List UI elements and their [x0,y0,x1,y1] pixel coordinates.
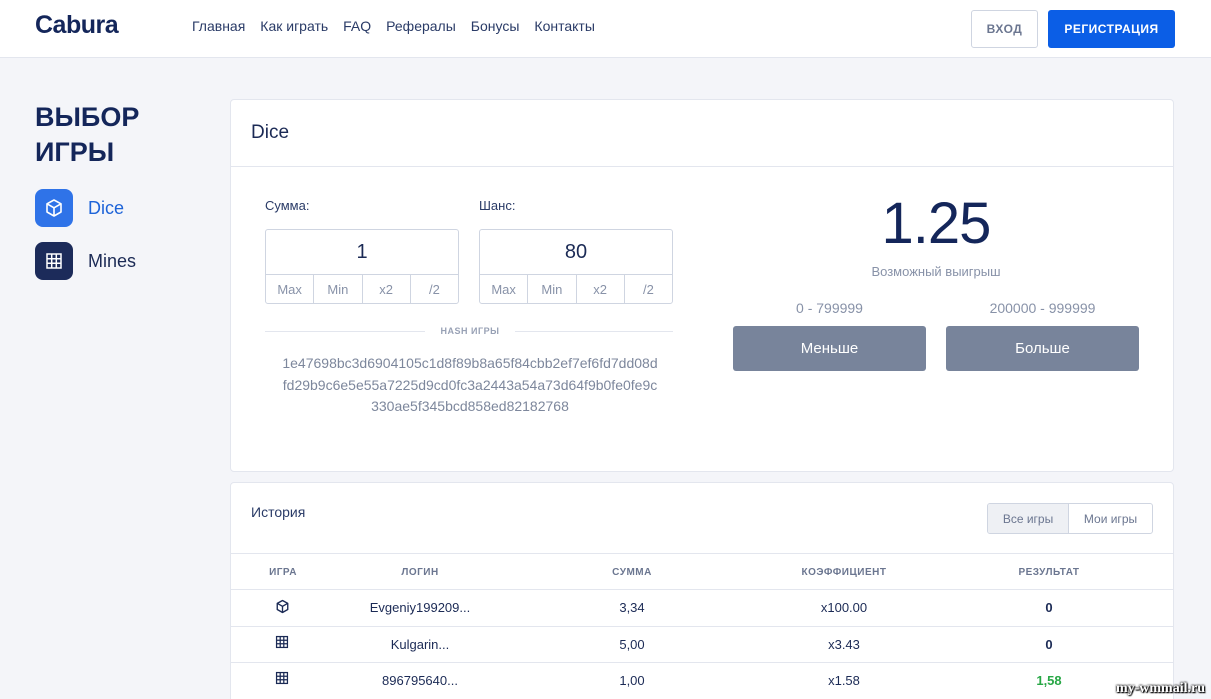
sidebar-item-label: Mines [88,250,137,271]
less-range: 0 - 799999 [796,300,863,316]
payout-multiplier: 1.25 [881,191,992,256]
nav-contacts[interactable]: Контакты [534,18,594,34]
nav-referrals[interactable]: Рефералы [386,18,456,34]
login-button[interactable]: ВХОД [971,10,1038,48]
chance-half-button[interactable]: /2 [625,275,672,303]
dice-game-card: Dice Сумма: 1 Max Min x2 /2 Шанс: 80 Max… [230,99,1174,472]
chance-input-group: 80 Max Min x2 /2 [479,229,673,304]
row-login: Kulgarin... [390,637,450,652]
grid-icon [35,242,73,280]
hash-line: 330ae5f345bcd858ed82182768 [371,398,569,414]
chance-double-button[interactable]: x2 [577,275,625,303]
divider [231,166,1173,167]
row-login: Evgeniy199209... [369,600,471,615]
bet-more-button[interactable]: Больше [946,326,1139,371]
amount-label: Сумма: [265,198,310,213]
amount-input[interactable]: 1 [266,230,458,275]
main-nav: Главная Как играть FAQ Рефералы Бонусы К… [192,18,595,34]
table-divider [231,553,1173,554]
row-result: 0 [1045,600,1053,615]
cube-icon [35,189,73,227]
chance-min-button[interactable]: Min [528,275,577,303]
chance-quick-buttons: Max Min x2 /2 [480,275,672,303]
table-row: Kulgarin... 5,00 x3.43 0 [231,627,1173,662]
amount-double-button[interactable]: x2 [363,275,411,303]
chance-label: Шанс: [479,198,516,213]
hash-divider-left [265,331,425,332]
row-coef: x3.43 [828,637,860,652]
sidebar-item-label: Dice [88,197,125,218]
row-result: 0 [1045,637,1053,652]
top-header: Cabura Главная Как играть FAQ Рефералы Б… [0,0,1211,58]
chance-input[interactable]: 80 [480,230,672,275]
possible-win-label: Возможный выигрыш [871,264,1001,279]
sidebar-title: ВЫБОР ИГРЫ [35,102,140,167]
row-login: 896795640... [382,673,458,688]
nav-faq[interactable]: FAQ [343,18,371,34]
nav-home[interactable]: Главная [192,18,245,34]
column-header-result: РЕЗУЛЬТАТ [1018,567,1080,578]
watermark: my-wmmail.ru [1115,681,1205,696]
nav-how-to-play[interactable]: Как играть [260,18,328,34]
history-filter: Все игры Мои игры [987,503,1153,534]
more-range: 200000 - 999999 [989,300,1096,316]
amount-min-button[interactable]: Min [314,275,363,303]
row-coef: x1.58 [828,673,860,688]
row-sum: 1,00 [619,673,645,688]
row-sum: 5,00 [619,637,645,652]
history-card: История Все игры Мои игры ИГРА ЛОГИН СУМ… [230,482,1174,699]
amount-input-group: 1 Max Min x2 /2 [265,229,459,304]
amount-max-button[interactable]: Max [266,275,315,303]
bet-less-button[interactable]: Меньше [733,326,926,371]
column-header-coef: КОЭФФИЦИЕНТ [801,567,887,578]
hash-line: 1e47698bc3d6904105c1d8f89b8a65f84cbb2ef7… [282,355,658,371]
tab-all-games[interactable]: Все игры [988,504,1070,533]
amount-quick-buttons: Max Min x2 /2 [266,275,458,303]
table-row: 896795640... 1,00 x1.58 1,58 [231,663,1173,699]
hash-line: fd29b9c6e5e55a7225d9cd0fc3a2443a54a73d64… [282,376,658,393]
sidebar-item-mines[interactable]: Mines [35,242,136,280]
chance-max-button[interactable]: Max [480,275,529,303]
tab-my-games[interactable]: Мои игры [1069,504,1152,533]
hash-divider-right [515,331,673,332]
history-title: История [251,504,306,520]
grid-icon [275,635,289,654]
grid-icon [275,671,289,690]
hash-label: HASH ИГРЫ [440,326,500,336]
table-row: Evgeniy199209... 3,34 x100.00 0 [231,590,1173,626]
sidebar-item-dice[interactable]: Dice [35,189,124,227]
row-sum: 3,34 [619,600,645,615]
logo[interactable]: Cabura [35,11,119,40]
amount-half-button[interactable]: /2 [411,275,458,303]
column-header-login: ЛОГИН [401,567,439,578]
hash-value: 1e47698bc3d6904105c1d8f89b8a65f84cbb2ef7… [266,353,674,418]
game-title: Dice [251,122,290,143]
register-button[interactable]: РЕГИСТРАЦИЯ [1048,10,1175,48]
nav-bonuses[interactable]: Бонусы [471,18,520,34]
column-header-sum: СУММА [612,567,652,578]
cube-icon [275,599,290,619]
row-coef: x100.00 [820,600,868,615]
